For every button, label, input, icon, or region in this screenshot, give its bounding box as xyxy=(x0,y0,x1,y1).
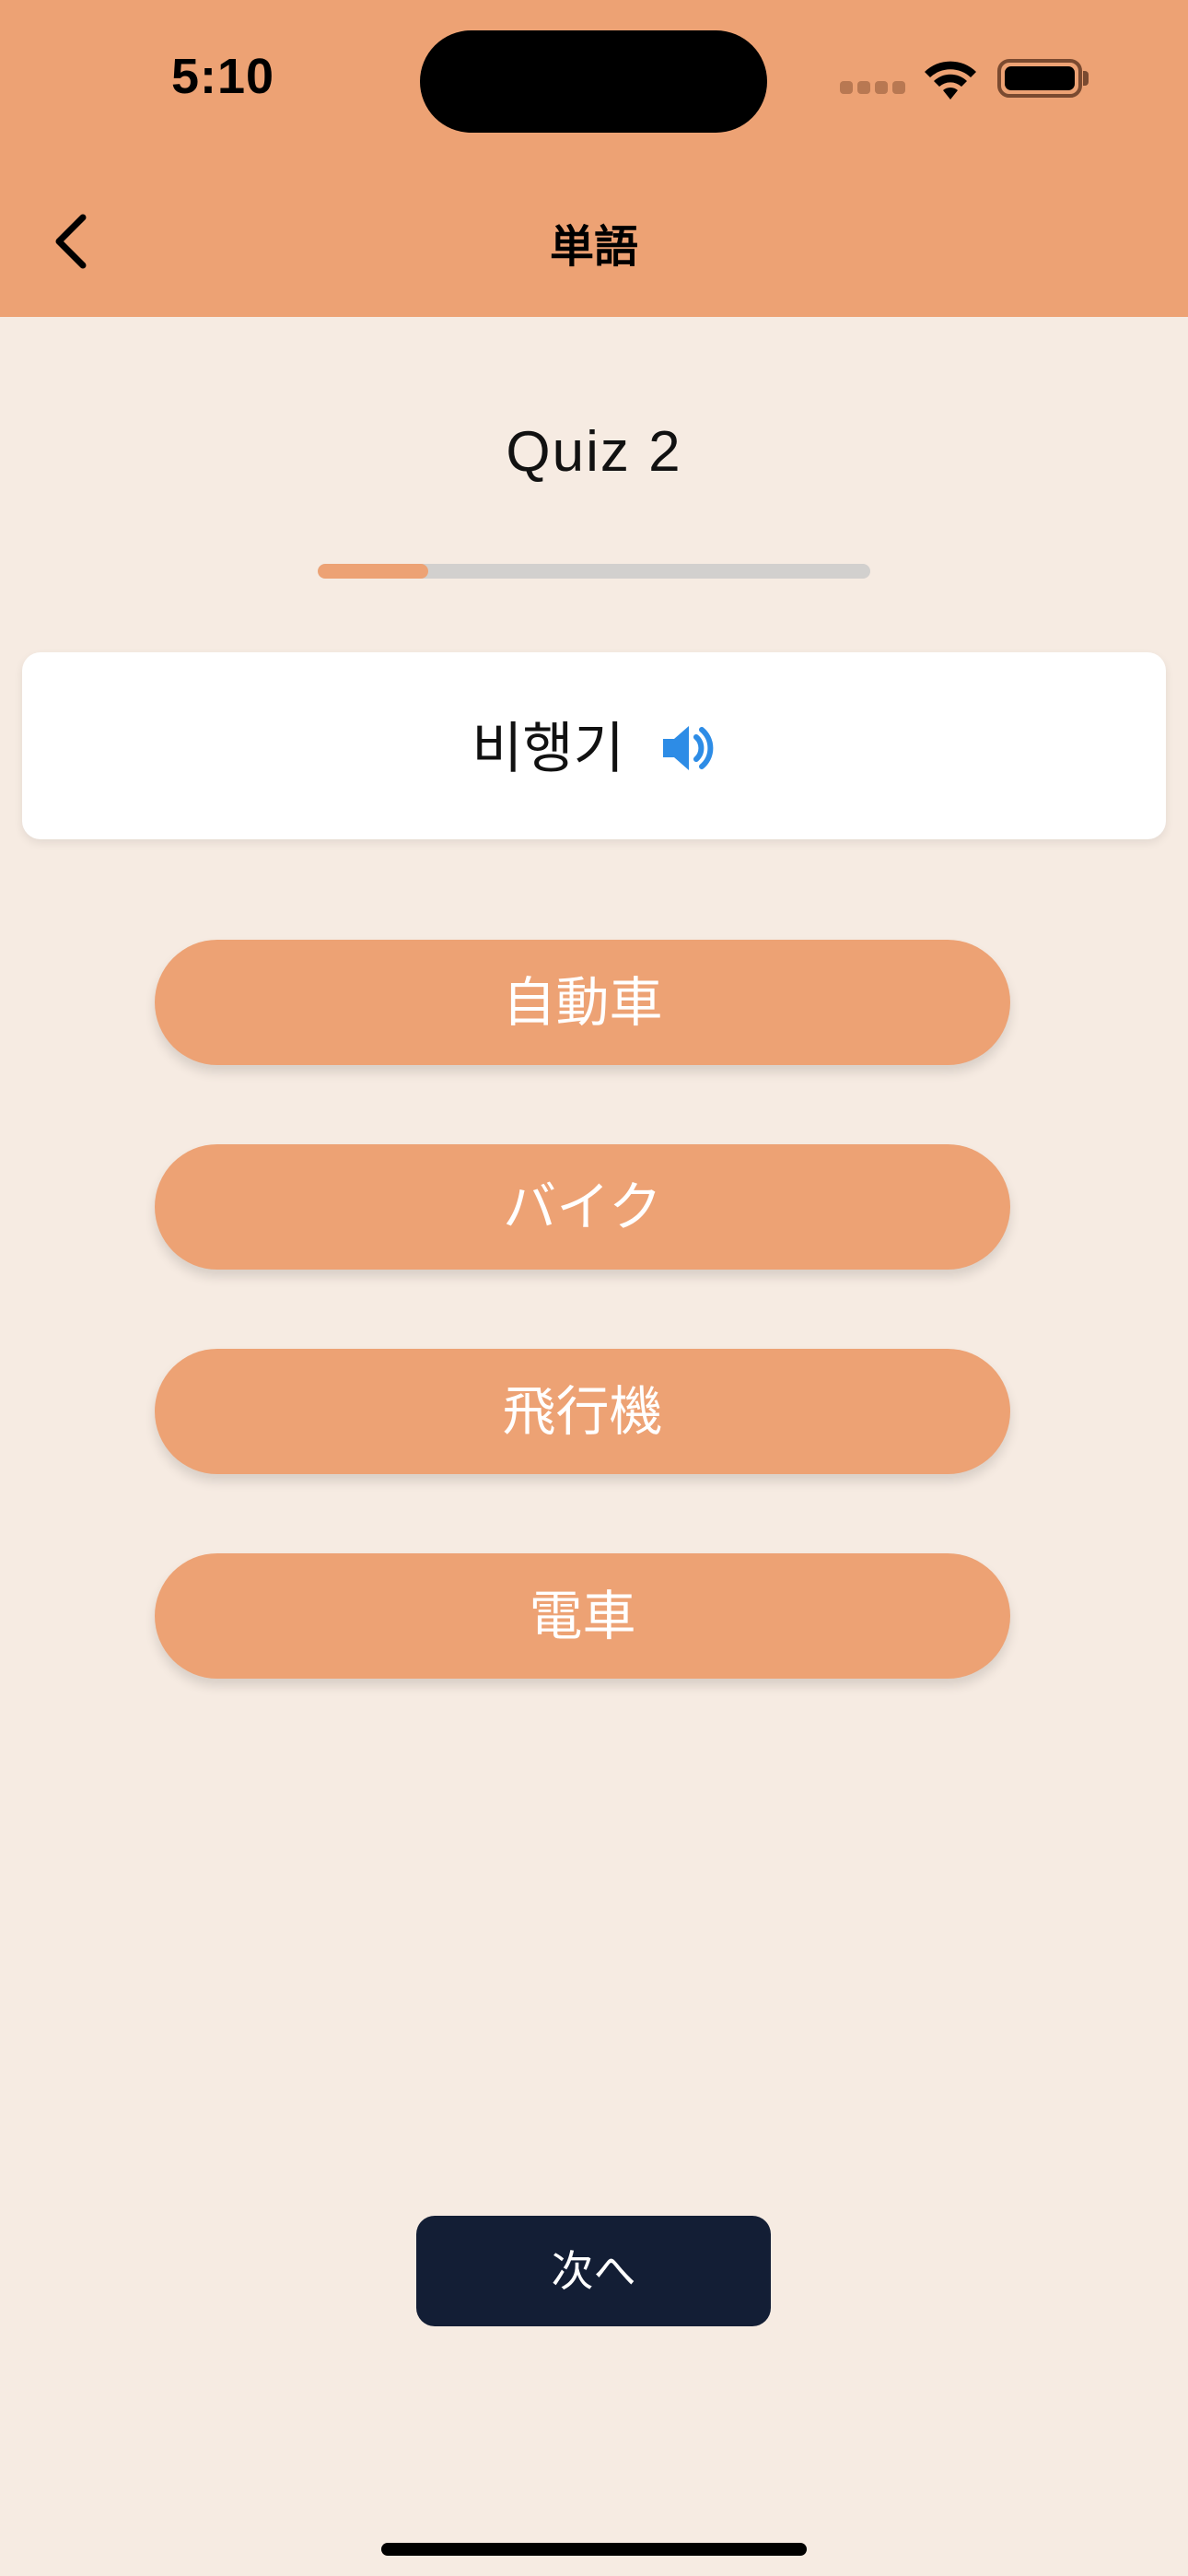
nav-title: 単語 xyxy=(549,221,638,273)
speaker-icon[interactable] xyxy=(659,719,718,778)
battery-cap xyxy=(1083,71,1089,86)
home-indicator[interactable] xyxy=(381,2543,807,2556)
progress-fill xyxy=(318,564,428,579)
quiz-title: Quiz 2 xyxy=(506,420,682,484)
status-time: 5:10 xyxy=(171,49,275,104)
answer-option-1[interactable]: 自動車 xyxy=(155,940,1010,1065)
answer-option-2[interactable]: バイク xyxy=(155,1144,1010,1270)
answer-option-3[interactable]: 飛行機 xyxy=(155,1349,1010,1474)
answer-option-4[interactable]: 電車 xyxy=(155,1553,1010,1679)
battery-icon xyxy=(997,59,1082,98)
dynamic-island xyxy=(420,30,767,133)
next-button[interactable]: 次へ xyxy=(416,2216,771,2326)
word-card: 비행기 xyxy=(22,652,1166,839)
cellular-signal-icon xyxy=(840,81,906,96)
progress-bar xyxy=(318,564,870,579)
wifi-icon xyxy=(925,61,976,100)
question-word: 비행기 xyxy=(472,717,624,781)
